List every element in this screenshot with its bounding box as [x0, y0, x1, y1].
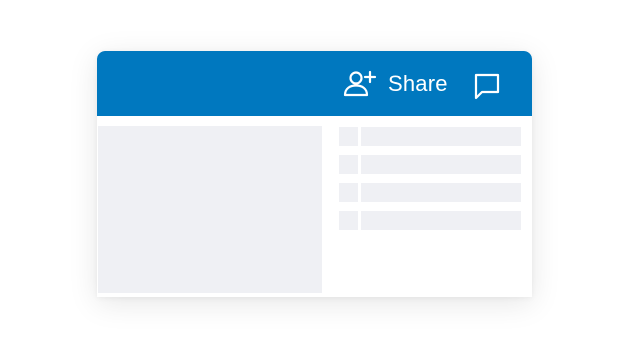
list-item-thumbnail: [339, 127, 358, 146]
list-item-thumbnail: [339, 211, 358, 230]
list-item-text-placeholder: [361, 211, 521, 230]
share-label: Share: [388, 71, 448, 96]
content-placeholder-panel: [98, 126, 322, 293]
list-item-text-placeholder: [361, 183, 521, 202]
share-button[interactable]: Share: [343, 69, 448, 99]
list-item-thumbnail: [339, 155, 358, 174]
header-bar: Share: [97, 51, 532, 116]
app-window: Share: [97, 51, 532, 297]
list-item-text-placeholder: [361, 155, 521, 174]
stage: Share: [0, 0, 633, 360]
add-user-icon: [343, 69, 377, 99]
list-item-thumbnail: [339, 183, 358, 202]
chat-icon: [471, 73, 503, 105]
list-item-text-placeholder: [361, 127, 521, 146]
chat-button[interactable]: [471, 71, 503, 101]
